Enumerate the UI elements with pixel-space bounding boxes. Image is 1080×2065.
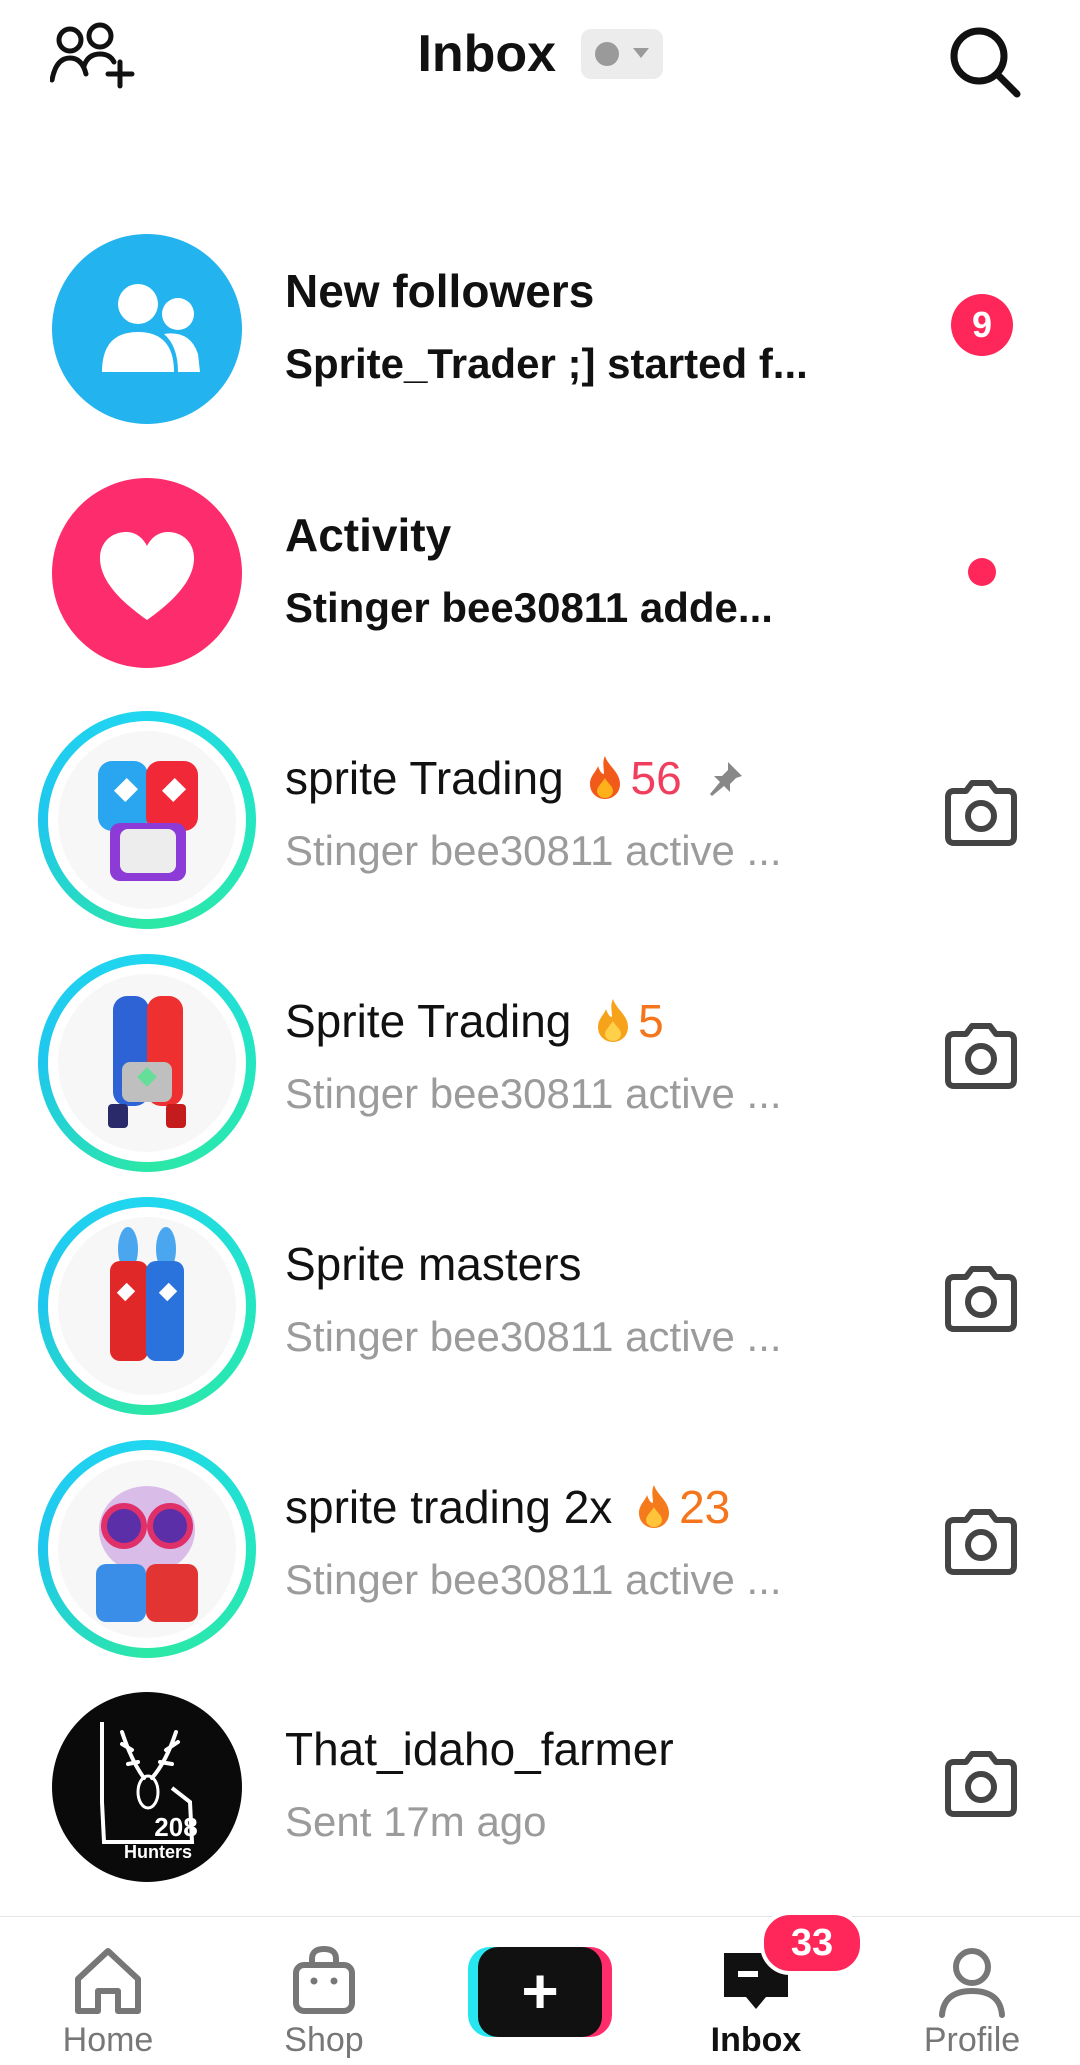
logo-word: Hunters xyxy=(124,1842,192,1862)
conversation-name: Sprite Trading 5 xyxy=(285,994,664,1048)
profile-icon xyxy=(939,1948,1005,2018)
conversation-row[interactable]: Sprite Trading 5 Stinger bee30811 active… xyxy=(0,948,1080,1172)
camera-icon[interactable] xyxy=(940,1506,1022,1578)
logo-number: 208 xyxy=(154,1812,197,1842)
streak: 23 xyxy=(635,1480,730,1534)
group-avatar xyxy=(58,1217,236,1395)
story-ring xyxy=(38,1440,256,1658)
row-subtitle: Sprite_Trader ;] started f... xyxy=(285,340,808,387)
conversation-row[interactable]: 208 Hunters That_idaho_farmer Sent 17m a… xyxy=(0,1676,1080,1896)
search-icon[interactable] xyxy=(945,22,1025,102)
nav-label: Home xyxy=(62,2021,154,2059)
streak: 5 xyxy=(594,994,664,1048)
camera-icon[interactable] xyxy=(940,777,1022,849)
conversation-name: Sprite masters xyxy=(285,1238,582,1290)
sprite-avatar-image xyxy=(98,761,198,881)
streak-count: 56 xyxy=(630,752,682,804)
fire-icon xyxy=(590,756,621,799)
row-title: Activity xyxy=(285,509,452,561)
nav-label: Shop xyxy=(284,2021,364,2059)
streak-count: 23 xyxy=(679,1481,731,1533)
bottom-nav: Home Shop + Inbox 33 Profile xyxy=(0,1911,1080,2065)
shop-bag-icon xyxy=(293,1945,355,2014)
create-button[interactable]: + xyxy=(468,1943,612,2039)
activity-avatar xyxy=(52,478,242,668)
fire-icon xyxy=(639,1485,670,1528)
fire-icon xyxy=(598,999,629,1042)
conversation-name-text: sprite Trading xyxy=(285,752,564,804)
heart-icon xyxy=(100,532,194,620)
conversation-subtitle: Stinger bee30811 active ... xyxy=(285,1313,782,1360)
people-icon xyxy=(102,284,200,372)
unread-count-badge: 9 xyxy=(951,294,1013,356)
pin-icon xyxy=(710,762,743,796)
story-ring xyxy=(38,711,256,929)
camera-icon[interactable] xyxy=(940,1263,1022,1335)
row-title: New followers xyxy=(285,265,595,317)
activity-row[interactable]: Activity Stinger bee30811 adde... xyxy=(0,462,1080,682)
conversation-subtitle: Stinger bee30811 active ... xyxy=(285,827,782,874)
create-plus-icon: + xyxy=(521,1955,559,2027)
nav-profile[interactable]: Profile xyxy=(892,1917,1052,2065)
top-bar: Inbox xyxy=(0,0,1080,130)
hunters-logo-image: 208 Hunters xyxy=(100,1722,198,1862)
streak: 56 xyxy=(586,751,682,805)
sprite-avatar-image xyxy=(108,996,186,1128)
new-followers-row[interactable]: New followers Sprite_Trader ;] started f… xyxy=(0,218,1080,438)
nav-home[interactable]: Home xyxy=(28,1917,188,2065)
story-ring xyxy=(38,1197,256,1415)
inbox-count-badge: 33 xyxy=(760,1911,864,1975)
story-ring xyxy=(38,954,256,1172)
conversation-subtitle: Sent 17m ago xyxy=(285,1798,547,1845)
page-title: Inbox xyxy=(417,25,557,83)
conversation-subtitle: Stinger bee30811 active ... xyxy=(285,1556,782,1603)
status-toggle[interactable] xyxy=(580,29,663,79)
sprite-avatar-image xyxy=(96,1486,198,1622)
nav-label: Inbox xyxy=(710,2021,802,2059)
nav-shop[interactable]: Shop xyxy=(244,1917,404,2065)
new-followers-avatar xyxy=(52,234,242,424)
conversation-name: That_idaho_farmer xyxy=(285,1723,674,1775)
group-avatar xyxy=(58,1460,236,1638)
conversation-name-text: Sprite Trading xyxy=(285,995,572,1047)
conversation-name-text: sprite trading 2x xyxy=(285,1481,613,1533)
chevron-down-icon xyxy=(632,48,649,58)
sprite-avatar-image xyxy=(110,1227,184,1361)
conversation-name: sprite Trading 56 xyxy=(285,751,746,805)
group-avatar xyxy=(58,974,236,1152)
user-avatar: 208 Hunters xyxy=(52,1692,242,1882)
conversation-subtitle: Stinger bee30811 active ... xyxy=(285,1070,782,1117)
streak-count: 5 xyxy=(638,995,664,1047)
conversation-name: sprite trading 2x 23 xyxy=(285,1480,730,1534)
conversation-row[interactable]: Sprite masters Stinger bee30811 active .… xyxy=(0,1191,1080,1415)
status-dot-icon xyxy=(594,42,619,66)
conversation-row[interactable]: sprite trading 2x 23 Stinger bee30811 ac… xyxy=(0,1434,1080,1658)
camera-icon[interactable] xyxy=(940,1748,1022,1820)
title-area: Inbox xyxy=(0,24,1080,84)
group-avatar xyxy=(58,731,236,909)
home-icon xyxy=(75,1948,141,2014)
unread-dot xyxy=(968,558,996,586)
camera-icon[interactable] xyxy=(940,1020,1022,1092)
row-subtitle: Stinger bee30811 adde... xyxy=(285,584,773,631)
conversation-row[interactable]: sprite Trading 56 Stinger bee30811 activ… xyxy=(0,705,1080,929)
nav-label: Profile xyxy=(923,2021,1021,2059)
